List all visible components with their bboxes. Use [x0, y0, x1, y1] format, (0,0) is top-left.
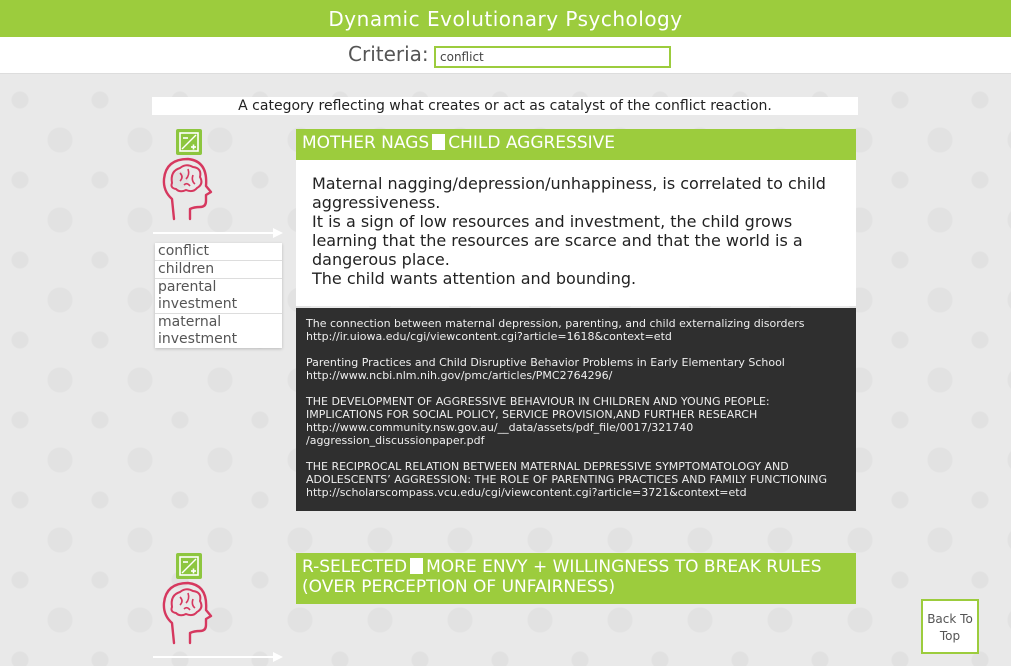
app-title: Dynamic Evolutionary Psychology	[0, 0, 1011, 37]
arrow-head-icon	[273, 652, 283, 662]
reference-item: THE DEVELOPMENT OF AGGRESSIVE BEHAVIOUR …	[306, 395, 846, 447]
entry-body-paragraph: Maternal nagging/depression/unhappiness,…	[312, 174, 826, 212]
reference-link[interactable]: http://scholarscompass.vcu.edu/cgi/viewc…	[306, 486, 846, 499]
reference-item: Parenting Practices and Child Disruptive…	[306, 356, 846, 382]
reference-link[interactable]: http://www.community.nsw.gov.au/__data/a…	[306, 421, 846, 447]
plus-minus-icon[interactable]	[176, 553, 202, 579]
entry-title-left: R-SELECTED	[302, 557, 408, 577]
reference-title: THE RECIPROCAL RELATION BETWEEN MATERNAL…	[306, 460, 828, 486]
entry-body: Maternal nagging/depression/unhappiness,…	[296, 160, 856, 306]
back-to-top-button[interactable]: Back To Top	[921, 599, 979, 654]
reference-link[interactable]: http://ir.uiowa.edu/cgi/viewcontent.cgi?…	[306, 330, 846, 343]
implies-glyph-icon	[432, 134, 446, 150]
criteria-bar: Criteria:	[0, 37, 1011, 74]
entry-title: R-SELECTED MORE ENVY + WILLINGNESS TO BRE…	[296, 553, 856, 604]
arrow-head-icon	[273, 228, 283, 238]
references-panel: The connection between maternal depressi…	[296, 308, 856, 511]
tag-item[interactable]: children	[155, 261, 282, 279]
entry-title-left: MOTHER NAGS	[302, 133, 430, 153]
entry-body-paragraph: It is a sign of low resources and invest…	[312, 212, 803, 269]
category-description: A category reflecting what creates or ac…	[152, 97, 858, 115]
criteria-label: Criteria:	[348, 42, 429, 66]
entry-title-right: CHILD AGGRESSIVE	[448, 133, 616, 153]
reference-title: Parenting Practices and Child Disruptive…	[306, 356, 785, 369]
tag-item[interactable]: maternal investment	[155, 314, 282, 348]
reference-item: THE RECIPROCAL RELATION BETWEEN MATERNAL…	[306, 460, 846, 499]
tag-item[interactable]: parental investment	[155, 279, 282, 314]
reference-title: THE DEVELOPMENT OF AGGRESSIVE BEHAVIOUR …	[306, 395, 770, 421]
implies-glyph-icon	[410, 558, 424, 574]
plus-minus-icon[interactable]	[176, 129, 202, 155]
criteria-input[interactable]	[434, 46, 671, 68]
reference-title: The connection between maternal depressi…	[306, 317, 805, 330]
entry-title: MOTHER NAGS CHILD AGGRESSIVE	[296, 129, 856, 160]
arrow-right-icon	[153, 232, 275, 234]
tag-item[interactable]: conflict	[155, 243, 282, 261]
entry-body-paragraph: The child wants attention and bounding.	[312, 269, 637, 288]
arrow-right-icon	[153, 656, 275, 658]
tag-list: conflict children parental investment ma…	[155, 243, 282, 348]
reference-link[interactable]: http://www.ncbi.nlm.nih.gov/pmc/articles…	[306, 369, 846, 382]
reference-item: The connection between maternal depressi…	[306, 317, 846, 343]
brain-head-icon	[162, 581, 213, 645]
brain-head-icon	[162, 157, 213, 221]
